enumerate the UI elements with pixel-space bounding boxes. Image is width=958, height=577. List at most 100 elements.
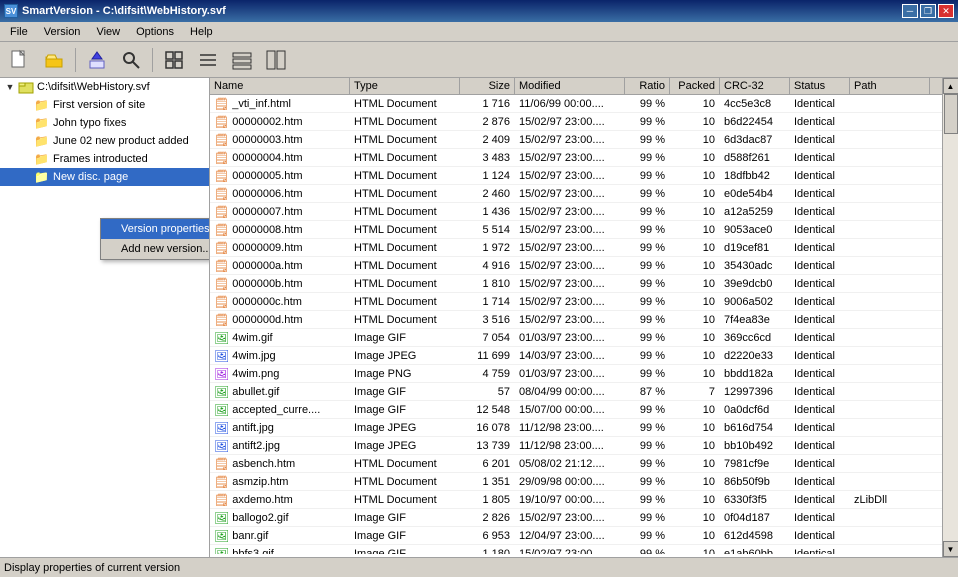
new-button[interactable] xyxy=(4,45,36,75)
file-modified-12: 15/02/97 23:00.... xyxy=(515,313,625,327)
table-row[interactable]: 🖼 4wim.jpg Image JPEG 11 699 14/03/97 23… xyxy=(210,347,942,365)
tree-root[interactable]: ▼ C:\difsit\WebHistory.svf xyxy=(0,78,209,96)
scroll-thumb[interactable] xyxy=(944,94,958,134)
table-row[interactable]: 🗒 asbench.htm HTML Document 6 201 05/08/… xyxy=(210,455,942,473)
menu-view[interactable]: View xyxy=(88,24,128,40)
file-name-0: _vti_inf.html xyxy=(232,98,291,110)
file-packed-13: 10 xyxy=(670,331,720,345)
table-row[interactable]: 🖼 abullet.gif Image GIF 57 08/04/99 00:0… xyxy=(210,383,942,401)
file-status-13: Identical xyxy=(790,331,850,345)
context-menu-add-version[interactable]: Add new version... xyxy=(101,239,210,259)
scroll-track[interactable] xyxy=(943,94,958,541)
table-row[interactable]: 🗒 _vti_inf.html HTML Document 1 716 11/0… xyxy=(210,95,942,113)
table-row[interactable]: 🖼 ballogo2.gif Image GIF 2 826 15/02/97 … xyxy=(210,509,942,527)
file-path-21 xyxy=(850,481,930,483)
root-expand-icon[interactable]: ▼ xyxy=(2,79,18,95)
tree-item-5[interactable]: 📁 New disc. page xyxy=(0,168,209,186)
table-row[interactable]: 🗒 00000006.htm HTML Document 2 460 15/02… xyxy=(210,185,942,203)
grid-view-button[interactable] xyxy=(158,45,190,75)
col-name[interactable]: Name xyxy=(210,78,350,94)
table-row[interactable]: 🗒 00000005.htm HTML Document 1 124 15/02… xyxy=(210,167,942,185)
folder-icon-2: 📁 xyxy=(34,116,50,130)
file-name-6: 00000007.htm xyxy=(232,206,302,218)
table-row[interactable]: 🗒 asmzip.htm HTML Document 1 351 29/09/9… xyxy=(210,473,942,491)
tree-item-2[interactable]: 📁 John typo fixes xyxy=(0,114,209,132)
table-row[interactable]: 🗒 0000000b.htm HTML Document 1 810 15/02… xyxy=(210,275,942,293)
table-row[interactable]: 🖼 banr.gif Image GIF 6 953 12/04/97 23:0… xyxy=(210,527,942,545)
col-status[interactable]: Status xyxy=(790,78,850,94)
file-path-22: zLibDll xyxy=(850,493,930,507)
context-menu-version-props[interactable]: Version properties... xyxy=(101,219,210,239)
table-row[interactable]: 🗒 axdemo.htm HTML Document 1 805 19/10/9… xyxy=(210,491,942,509)
file-name-4: 00000005.htm xyxy=(232,170,302,182)
file-packed-21: 10 xyxy=(670,475,720,489)
extract-button[interactable] xyxy=(81,45,113,75)
scroll-up-button[interactable]: ▲ xyxy=(943,78,958,94)
col-size[interactable]: Size xyxy=(460,78,515,94)
table-row[interactable]: 🗒 0000000d.htm HTML Document 3 516 15/02… xyxy=(210,311,942,329)
col-ratio[interactable]: Ratio xyxy=(625,78,670,94)
detail-view-button[interactable] xyxy=(226,45,258,75)
table-row[interactable]: 🖼 antift.jpg Image JPEG 16 078 11/12/98 … xyxy=(210,419,942,437)
panel-button[interactable] xyxy=(260,45,292,75)
tree-item-4[interactable]: 📁 Frames introducted xyxy=(0,150,209,168)
table-row[interactable]: 🗒 00000003.htm HTML Document 2 409 15/02… xyxy=(210,131,942,149)
file-size-16: 57 xyxy=(460,385,515,399)
menu-version[interactable]: Version xyxy=(36,24,89,40)
restore-button[interactable]: ❐ xyxy=(920,4,936,18)
col-modified[interactable]: Modified xyxy=(515,78,625,94)
file-path-24 xyxy=(850,535,930,537)
file-icon-1: 🗒 xyxy=(214,115,229,129)
col-packed[interactable]: Packed xyxy=(670,78,720,94)
minimize-button[interactable]: ─ xyxy=(902,4,918,18)
tree-root-icon xyxy=(18,80,34,94)
file-icon-19: 🖼 xyxy=(214,439,229,453)
file-ratio-14: 99 % xyxy=(625,349,670,363)
file-crc32-12: 7f4ea83e xyxy=(720,313,790,327)
file-list-wrapper: Name Type Size Modified Ratio Packed CRC… xyxy=(210,78,958,557)
file-status-24: Identical xyxy=(790,529,850,543)
file-list-body[interactable]: 🗒 _vti_inf.html HTML Document 1 716 11/0… xyxy=(210,95,942,554)
table-row[interactable]: 🗒 00000004.htm HTML Document 3 483 15/02… xyxy=(210,149,942,167)
compare-button[interactable] xyxy=(115,45,147,75)
table-row[interactable]: 🖼 4wim.gif Image GIF 7 054 01/03/97 23:0… xyxy=(210,329,942,347)
file-ratio-6: 99 % xyxy=(625,205,670,219)
file-name-2: 00000003.htm xyxy=(232,134,302,146)
col-path[interactable]: Path xyxy=(850,78,930,94)
file-modified-25: 15/02/97 23:00.... xyxy=(515,547,625,555)
file-size-23: 2 826 xyxy=(460,511,515,525)
table-row[interactable]: 🗒 00000009.htm HTML Document 1 972 15/02… xyxy=(210,239,942,257)
table-row[interactable]: 🗒 00000008.htm HTML Document 5 514 15/02… xyxy=(210,221,942,239)
vertical-scrollbar[interactable]: ▲ ▼ xyxy=(942,78,958,557)
file-size-19: 13 739 xyxy=(460,439,515,453)
file-crc32-22: 6330f3f5 xyxy=(720,493,790,507)
table-row[interactable]: 🖼 accepted_curre.... Image GIF 12 548 15… xyxy=(210,401,942,419)
file-status-6: Identical xyxy=(790,205,850,219)
menu-help[interactable]: Help xyxy=(182,24,221,40)
table-row[interactable]: 🗒 00000002.htm HTML Document 2 876 15/02… xyxy=(210,113,942,131)
col-crc32[interactable]: CRC-32 xyxy=(720,78,790,94)
file-modified-16: 08/04/99 00:00.... xyxy=(515,385,625,399)
file-name-17: accepted_curre.... xyxy=(232,404,320,416)
list-view-button[interactable] xyxy=(192,45,224,75)
table-row[interactable]: 🖼 4wim.png Image PNG 4 759 01/03/97 23:0… xyxy=(210,365,942,383)
table-row[interactable]: 🖼 bbfs3.gif Image GIF 1 180 15/02/97 23:… xyxy=(210,545,942,554)
table-row[interactable]: 🖼 antift2.jpg Image JPEG 13 739 11/12/98… xyxy=(210,437,942,455)
open-button[interactable] xyxy=(38,45,70,75)
col-type[interactable]: Type xyxy=(350,78,460,94)
table-row[interactable]: 🗒 00000007.htm HTML Document 1 436 15/02… xyxy=(210,203,942,221)
menu-options[interactable]: Options xyxy=(128,24,182,40)
close-button[interactable]: ✕ xyxy=(938,4,954,18)
file-path-6 xyxy=(850,211,930,213)
file-type-7: HTML Document xyxy=(350,223,460,237)
menu-file[interactable]: File xyxy=(2,24,36,40)
scroll-down-button[interactable]: ▼ xyxy=(943,541,958,557)
table-row[interactable]: 🗒 0000000a.htm HTML Document 4 916 15/02… xyxy=(210,257,942,275)
file-size-14: 11 699 xyxy=(460,349,515,363)
tree-item-1[interactable]: 📁 First version of site xyxy=(0,96,209,114)
file-modified-8: 15/02/97 23:00.... xyxy=(515,241,625,255)
file-packed-0: 10 xyxy=(670,97,720,111)
file-icon-12: 🗒 xyxy=(214,313,229,327)
table-row[interactable]: 🗒 0000000c.htm HTML Document 1 714 15/02… xyxy=(210,293,942,311)
tree-item-3[interactable]: 📁 June 02 new product added xyxy=(0,132,209,150)
